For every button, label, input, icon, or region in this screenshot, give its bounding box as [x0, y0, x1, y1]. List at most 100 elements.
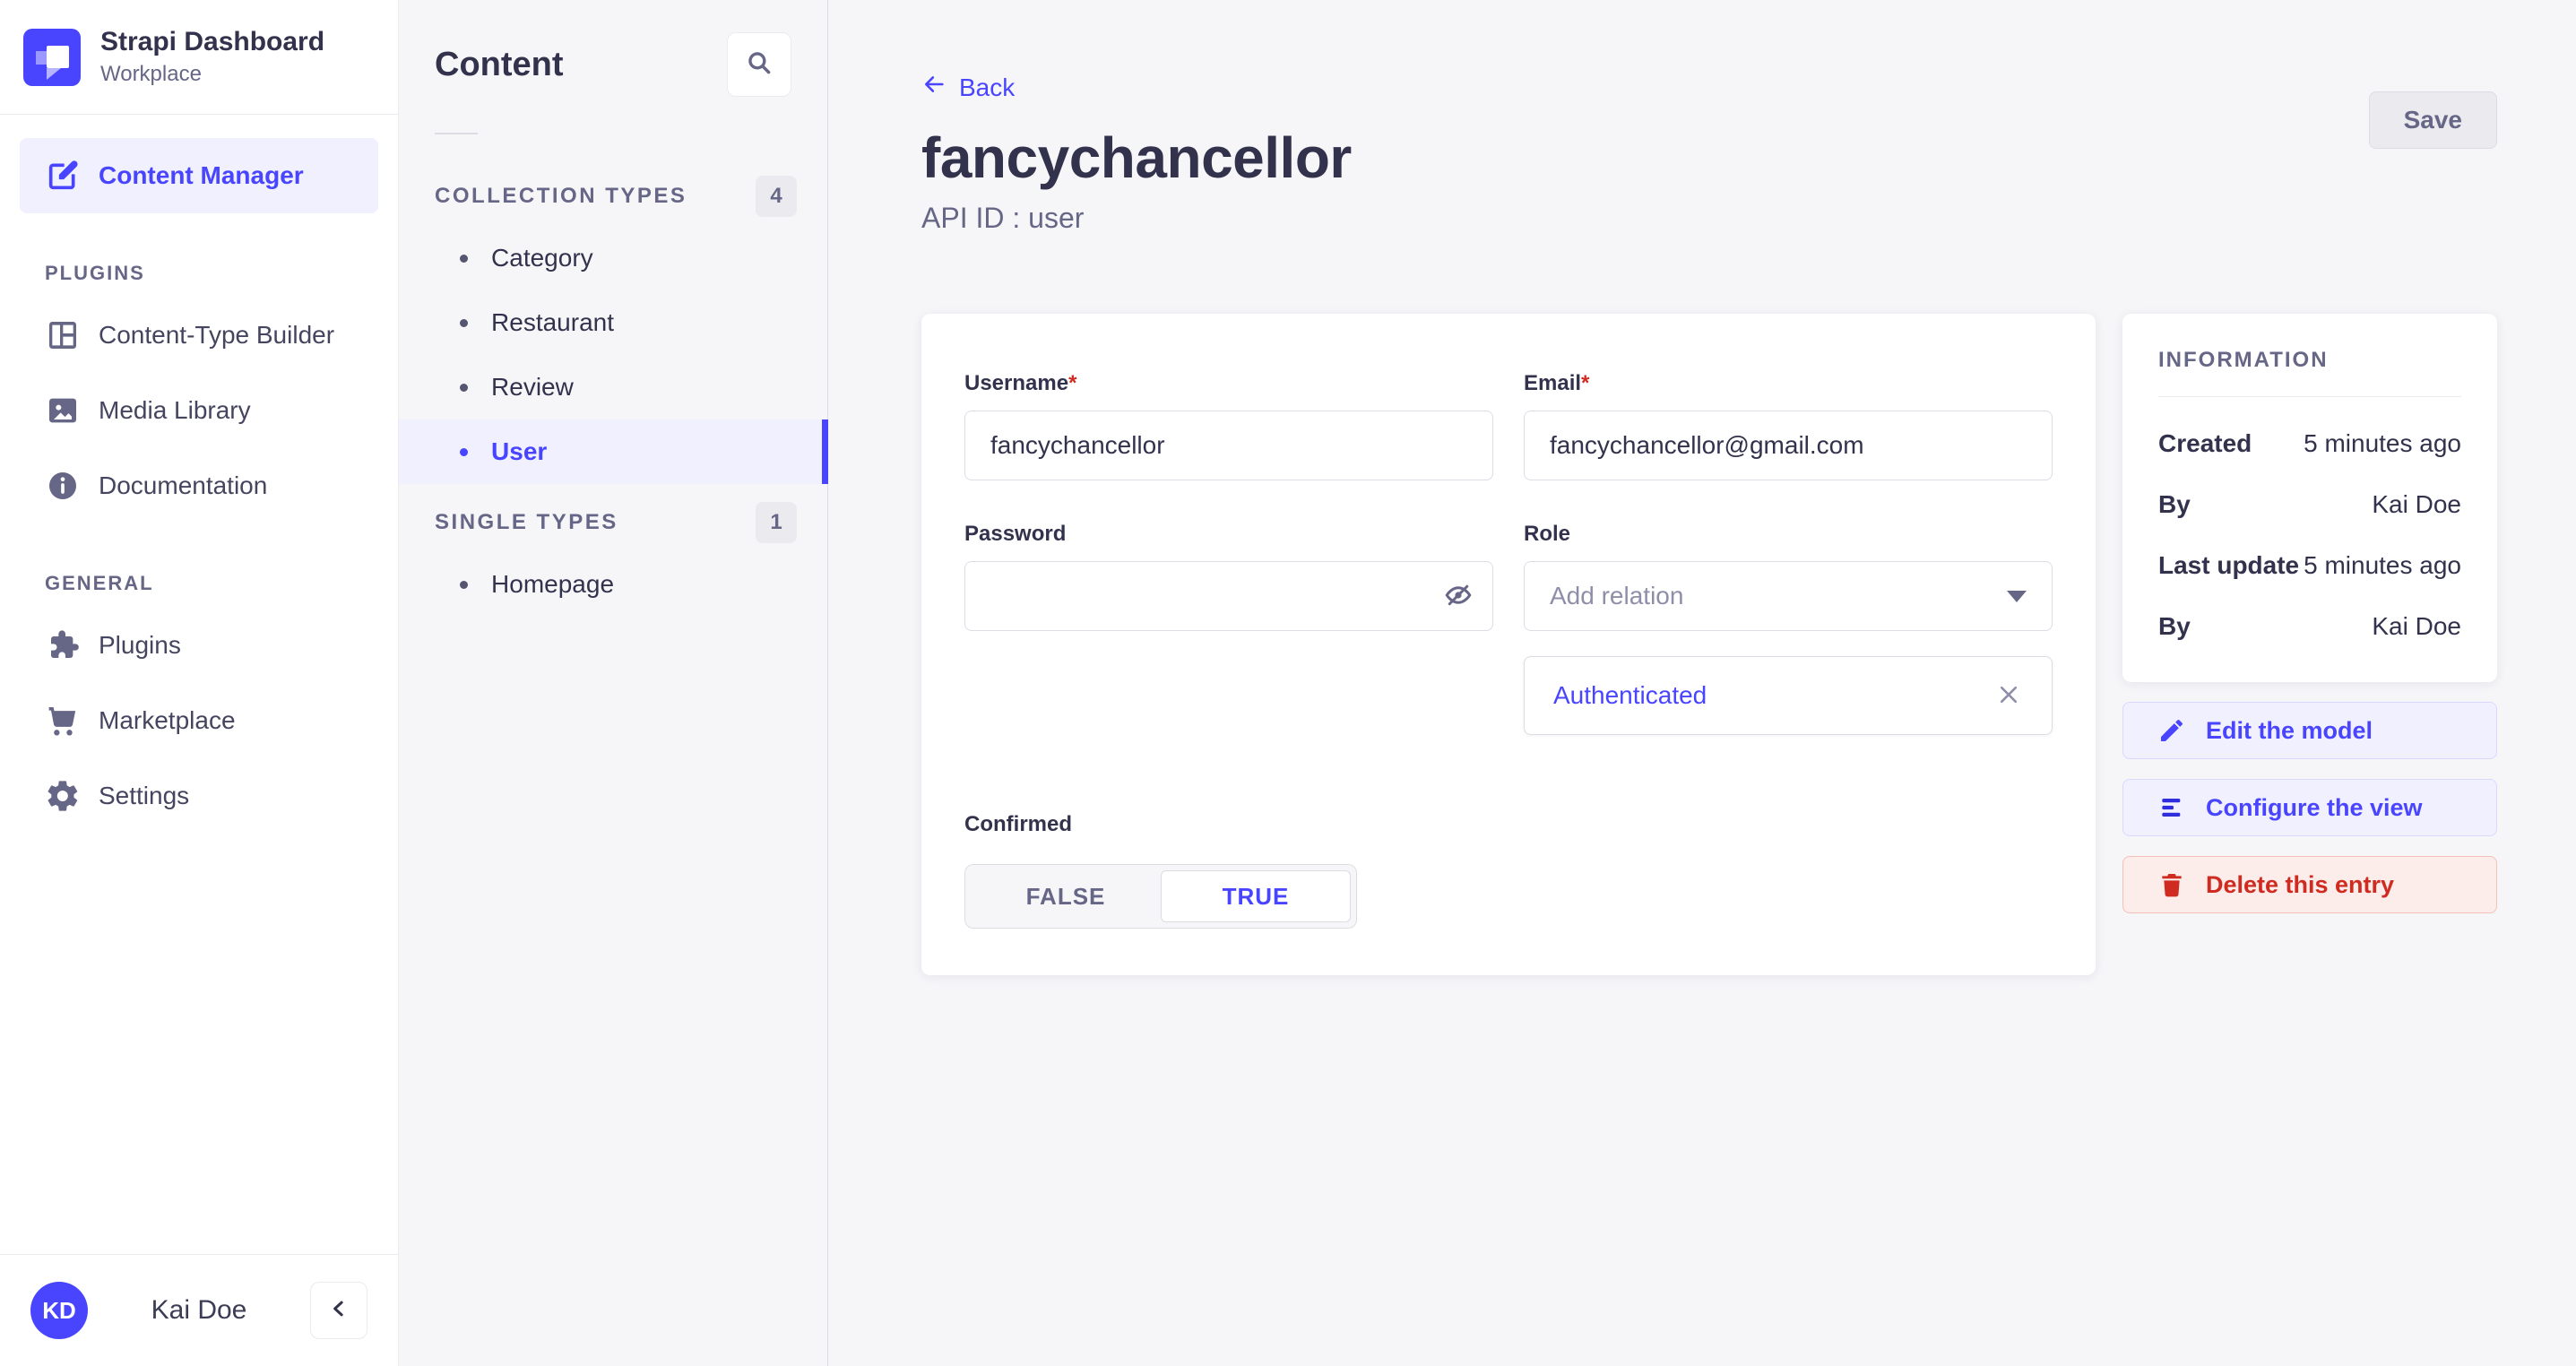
sidebar-item-label: Marketplace	[99, 706, 236, 735]
confirmed-toggle: FALSE TRUE	[964, 864, 1357, 929]
email-label: Email*	[1524, 371, 2053, 396]
sidebar-item-content-manager[interactable]: Content Manager	[20, 138, 378, 213]
subnav-item-label: Homepage	[491, 570, 614, 599]
count-badge: 4	[756, 176, 797, 217]
info-value: Kai Doe	[2372, 490, 2461, 519]
page-subtitle: API ID : user	[921, 202, 1352, 235]
email-input[interactable]	[1524, 411, 2053, 480]
info-label: Last update	[2158, 551, 2299, 580]
sidebar-nav: Content Manager PLUGINS Content-Type Bui…	[0, 115, 398, 1254]
info-row-last-update: Last update 5 minutes ago	[2158, 551, 2461, 580]
information-panel: INFORMATION Created 5 minutes ago By Kai…	[2122, 314, 2497, 682]
action-label: Edit the model	[2206, 717, 2373, 745]
content-subnav: Content COLLECTION TYPES 4 Category Rest…	[399, 0, 828, 1366]
subnav-item-restaurant[interactable]: Restaurant	[399, 290, 827, 355]
info-row-created: Created 5 minutes ago	[2158, 429, 2461, 458]
page-title: fancychancellor	[921, 125, 1352, 191]
info-row-updated-by: By Kai Doe	[2158, 612, 2461, 641]
page-header: Back fancychancellor API ID : user Save	[921, 72, 2497, 235]
confirmed-label: Confirmed	[964, 812, 2053, 837]
subnav-item-review[interactable]: Review	[399, 355, 827, 419]
subnav-divider	[435, 133, 478, 134]
subnav-item-homepage[interactable]: Homepage	[399, 552, 827, 617]
trash-icon	[2157, 870, 2186, 899]
bullet-dot	[460, 448, 468, 456]
app-root: Strapi Dashboard Workplace Content Manag…	[0, 0, 2576, 1366]
main-content: Back fancychancellor API ID : user Save …	[828, 0, 2576, 1366]
required-asterisk: *	[1581, 371, 1589, 395]
field-password: Password	[964, 522, 1493, 735]
toggle-option-true[interactable]: TRUE	[1161, 870, 1351, 922]
info-value: 5 minutes ago	[2304, 429, 2461, 458]
back-link[interactable]: Back	[921, 72, 1015, 103]
password-input-wrap	[964, 561, 1493, 631]
relation-link[interactable]: Authenticated	[1553, 681, 1707, 710]
info-value: Kai Doe	[2372, 612, 2461, 641]
toggle-password-visibility-button[interactable]	[1429, 566, 1488, 626]
sidebar-item-documentation[interactable]: Documentation	[20, 448, 378, 523]
configure-the-view-button[interactable]: Configure the view	[2122, 779, 2497, 836]
info-value: 5 minutes ago	[2304, 551, 2461, 580]
sidebar-item-plugins[interactable]: Plugins	[20, 608, 378, 683]
required-asterisk: *	[1068, 371, 1076, 395]
field-email: Email*	[1524, 371, 2053, 480]
sidebar-item-label: Media Library	[99, 396, 251, 425]
remove-relation-button[interactable]	[1989, 676, 2028, 715]
info-label: By	[2158, 612, 2191, 641]
info-label: By	[2158, 490, 2191, 519]
subnav-item-label: User	[491, 437, 547, 466]
main-sidebar: Strapi Dashboard Workplace Content Manag…	[0, 0, 399, 1366]
username-input[interactable]	[964, 411, 1493, 480]
sidebar-item-label: Settings	[99, 782, 189, 810]
save-button[interactable]: Save	[2369, 91, 2497, 149]
pencil-icon	[2157, 716, 2186, 745]
username-label: Username*	[964, 371, 1493, 396]
password-input[interactable]	[964, 561, 1493, 631]
brand-header: Strapi Dashboard Workplace	[0, 0, 398, 115]
sidebar-footer: KD Kai Doe	[0, 1254, 398, 1366]
divider	[2158, 396, 2461, 397]
role-placeholder: Add relation	[1550, 582, 1683, 610]
group-label: SINGLE TYPES	[435, 510, 618, 535]
delete-this-entry-button[interactable]: Delete this entry	[2122, 856, 2497, 913]
sidebar-item-label: Documentation	[99, 471, 267, 500]
action-label: Delete this entry	[2206, 871, 2394, 899]
avatar: KD	[30, 1282, 88, 1339]
brand-text: Strapi Dashboard Workplace	[100, 27, 324, 87]
subnav-header: Content	[399, 32, 827, 97]
cart-icon	[45, 703, 81, 739]
back-label: Back	[959, 73, 1015, 102]
user-name: Kai Doe	[88, 1295, 310, 1326]
sidebar-item-label: Content Manager	[99, 161, 304, 190]
field-username: Username*	[964, 371, 1493, 480]
subnav-item-category[interactable]: Category	[399, 226, 827, 290]
collapse-sidebar-button[interactable]	[310, 1282, 367, 1339]
information-title: INFORMATION	[2158, 348, 2461, 373]
info-row-created-by: By Kai Doe	[2158, 490, 2461, 519]
role-select[interactable]: Add relation	[1524, 561, 2053, 631]
close-icon	[1993, 679, 2024, 713]
sidebar-item-marketplace[interactable]: Marketplace	[20, 683, 378, 758]
content-row: Username* Email* Password	[921, 314, 2497, 975]
subnav-item-label: Review	[491, 373, 574, 402]
layout-icon	[45, 317, 81, 353]
edit-the-model-button[interactable]: Edit the model	[2122, 702, 2497, 759]
eye-off-icon	[1442, 579, 1474, 614]
search-button[interactable]	[727, 32, 791, 97]
active-indicator	[822, 419, 828, 484]
sidebar-item-content-type-builder[interactable]: Content-Type Builder	[20, 298, 378, 373]
brand-title: Strapi Dashboard	[100, 27, 324, 57]
toggle-option-false[interactable]: FALSE	[971, 870, 1161, 922]
subnav-item-user[interactable]: User	[399, 419, 827, 484]
chevron-down-icon	[2007, 591, 2027, 602]
label-text: Email	[1524, 371, 1581, 395]
page-header-left: Back fancychancellor API ID : user	[921, 72, 1352, 235]
sidebar-item-label: Content-Type Builder	[99, 321, 334, 350]
sidebar-item-settings[interactable]: Settings	[20, 758, 378, 834]
puzzle-icon	[45, 627, 81, 663]
action-label: Configure the view	[2206, 794, 2423, 822]
sidebar-item-media-library[interactable]: Media Library	[20, 373, 378, 448]
gear-icon	[45, 778, 81, 814]
subnav-title: Content	[435, 46, 564, 84]
subnav-item-label: Restaurant	[491, 308, 614, 337]
